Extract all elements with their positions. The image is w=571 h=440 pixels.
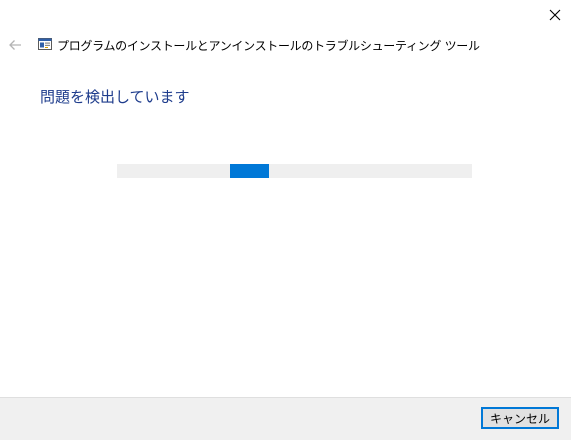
troubleshooter-window: プログラムのインストールとアンインストールのトラブルシューティング ツール 問題… xyxy=(0,0,571,440)
window-title: プログラムのインストールとアンインストールのトラブルシューティング ツール xyxy=(57,39,480,53)
cancel-button[interactable]: キャンセル xyxy=(481,407,559,429)
progress-bar xyxy=(117,164,472,178)
footer-bar: キャンセル xyxy=(0,397,571,440)
header-bar: プログラムのインストールとアンインストールのトラブルシューティング ツール xyxy=(0,32,571,58)
close-icon xyxy=(549,9,561,21)
back-arrow-icon xyxy=(9,40,21,50)
back-button[interactable] xyxy=(6,36,24,54)
troubleshooter-app-icon xyxy=(38,38,52,50)
close-button[interactable] xyxy=(539,0,571,30)
progress-indicator xyxy=(230,164,269,178)
page-heading: 問題を検出しています xyxy=(40,88,190,106)
